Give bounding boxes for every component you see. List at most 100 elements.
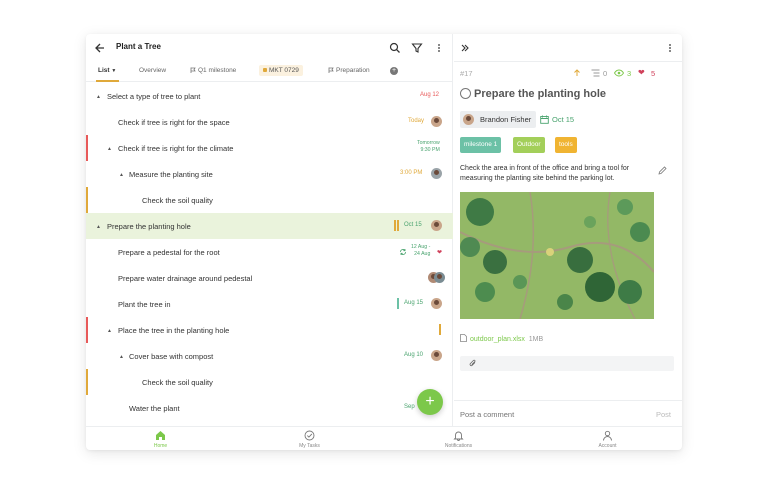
more-vertical-icon[interactable] [664,42,676,54]
tab-mkt-0729[interactable]: MKT 0729 [259,65,303,76]
heart-icon[interactable]: ❤ [638,68,645,77]
task-label: Cover base with compost [129,352,214,361]
tag-chip[interactable]: milestone 1 [460,137,502,153]
collapse-arrow-icon[interactable]: ▲ [119,354,124,360]
app-window: Plant a Tree List ▼ Overview Q1 mileston… [86,34,682,450]
task-label: Select a type of tree to plant [107,92,201,101]
task-row[interactable]: ▲ Select a type of tree to plant Aug 12 [86,83,453,109]
attachment-size: 1MB [528,336,544,343]
task-row[interactable]: ▲ Check if tree is right for the climate… [86,135,453,161]
comment-input[interactable] [460,408,630,420]
project-title: Plant a Tree [116,42,161,51]
task-row[interactable]: Check if tree is right for the space Tod… [86,109,453,135]
collapse-arrow-icon[interactable]: ▲ [96,94,101,100]
task-row[interactable]: ▲ Measure the planting site 3:00 PM [86,161,453,187]
collapse-arrow-icon[interactable]: ▲ [119,172,124,178]
task-row[interactable]: Water the plant Sep [86,395,453,421]
nav-notifications[interactable]: Notifications [384,427,533,450]
view-tabs: List ▼ Overview Q1 milestone MKT 0729 Pr… [86,62,453,82]
avatar [431,220,442,231]
task-row[interactable]: Check the soil quality [86,369,453,395]
bottom-navigation: Home My Tasks Notifications Account [86,426,682,450]
task-row[interactable]: ▲ Place the tree in the planting hole [86,317,453,343]
task-row[interactable]: Plant the tree in Aug 15 [86,291,453,317]
task-due-end: 24 Aug [414,250,431,257]
tag-chip[interactable]: tools [555,137,577,153]
assignee-chip[interactable]: Brandon Fisher [460,111,537,128]
aerial-park-illustration [460,192,654,319]
task-list-pane: Plant a Tree List ▼ Overview Q1 mileston… [86,34,453,426]
collapse-arrow-icon[interactable]: ▲ [107,146,112,152]
tab-q1-milestone[interactable]: Q1 milestone [190,67,236,74]
task-row[interactable]: ▲ Cover base with compost Aug 10 [86,343,453,369]
nav-my-tasks[interactable]: My Tasks [235,427,384,450]
task-label: Prepare a pedestal for the root [118,248,220,257]
tab-list[interactable]: List ▼ [98,67,116,74]
nav-notifications-label: Notifications [444,443,473,449]
task-row[interactable]: Prepare water drainage around pedestal [86,265,453,291]
task-due-date: Today [408,118,425,124]
task-due-date: Aug 15 [404,300,424,306]
subtasks-count: 0 [603,69,608,78]
add-tab-button[interactable]: + [390,67,398,75]
collapse-panel-icon[interactable] [460,43,470,53]
task-due-time: 9:30 PM [420,146,440,153]
due-date[interactable]: Oct 15 [552,115,574,124]
calendar-icon [540,115,549,124]
square-icon [263,68,267,72]
post-comment-button[interactable]: Post [656,410,671,419]
priority-bar [86,317,88,343]
avatar [431,298,442,309]
priority-up-arrow-icon[interactable] [573,69,581,77]
avatar [431,168,442,179]
add-task-button[interactable]: + [417,389,443,415]
back-arrow-icon[interactable] [94,42,106,54]
task-label: Place the tree in the planting hole [118,326,230,335]
more-vertical-icon[interactable] [433,42,445,54]
task-id: #17 [460,69,473,78]
paperclip-icon [469,359,476,367]
task-row-selected[interactable]: ▲ Prepare the planting hole Oct 15 [86,213,453,239]
subtasks-icon[interactable] [591,69,600,77]
task-label: Check if tree is right for the space [118,118,230,127]
priority-bar [86,187,88,213]
avatar [434,272,445,283]
tab-list-label: List [98,67,110,74]
task-label: Plant the tree in [118,300,171,309]
collapse-arrow-icon[interactable]: ▲ [96,224,101,230]
bell-icon [453,431,464,441]
nav-my-tasks-label: My Tasks [299,443,320,449]
collapse-arrow-icon[interactable]: ▲ [107,328,112,334]
tag-chip[interactable]: Outdoor [513,137,545,153]
attachment-name: outdoor_plan.xlsx [470,336,525,343]
attachment-file[interactable]: outdoor_plan.xlsx 1MB [460,334,543,343]
complete-checkbox-icon[interactable] [460,88,471,99]
search-icon[interactable] [389,42,401,54]
tag-indicator [397,298,399,309]
task-row[interactable]: Check the soil quality [86,187,453,213]
eye-icon[interactable] [614,69,624,77]
task-due-date: 3:00 PM [400,170,423,176]
likes-count: 5 [651,69,656,78]
active-tab-indicator [96,80,119,82]
nav-home[interactable]: Home [86,427,235,450]
task-label: Check the soil quality [142,196,213,205]
avatar [431,116,442,127]
tab-preparation[interactable]: Preparation [328,67,370,74]
detail-header [454,34,682,62]
filter-icon[interactable] [411,42,423,54]
task-due-day: Tomorrow [417,140,440,146]
tag-indicator [397,220,399,231]
tab-overview[interactable]: Overview [139,67,166,74]
priority-bar [86,369,88,395]
task-row[interactable]: Prepare a pedestal for the root 12 Aug -… [86,239,453,265]
tag-indicator [394,220,396,231]
task-due-date: 12 Aug -24 Aug [411,244,430,257]
task-due-date: Aug 12 [420,92,440,98]
nav-account[interactable]: Account [533,427,682,450]
attachment-image[interactable] [460,192,654,319]
tab-q1-milestone-label: Q1 milestone [198,67,237,74]
tag-indicator [439,324,441,335]
pencil-icon[interactable] [658,166,667,175]
add-attachment-bar[interactable] [460,356,674,371]
